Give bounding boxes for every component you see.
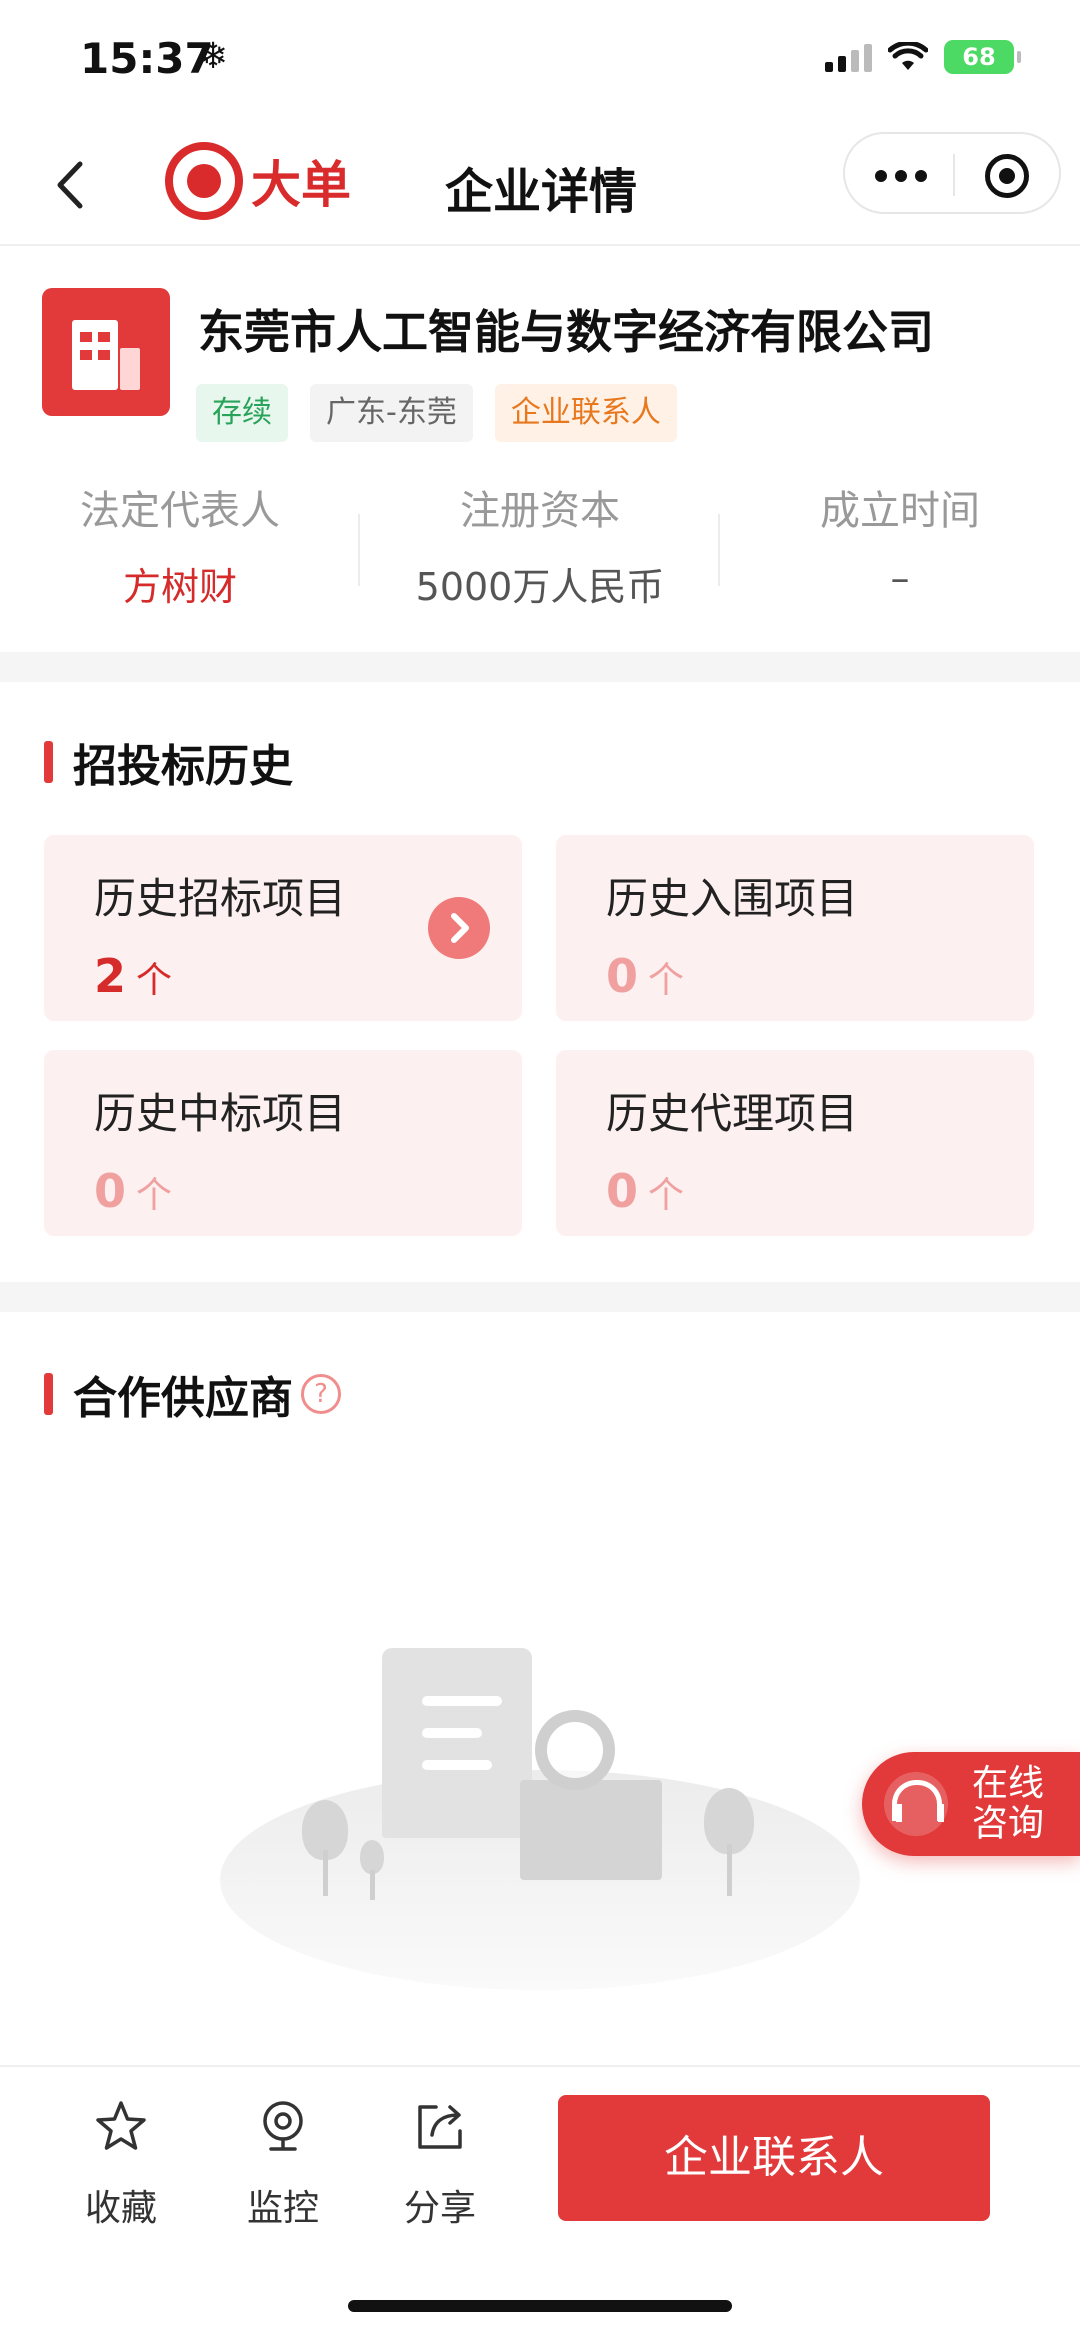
- card-history-won[interactable]: 历史中标项目 0 个: [44, 1050, 522, 1236]
- card-count: 2 个: [94, 949, 172, 1003]
- stat-value: –: [890, 556, 910, 600]
- company-tags: 存续 广东-东莞 企业联系人: [196, 384, 677, 442]
- nav-bar: 大单 企业详情: [0, 120, 1080, 246]
- card-number: 2: [94, 949, 127, 1003]
- region-badge: 广东-东莞: [310, 384, 473, 442]
- miniprogram-capsule: [843, 132, 1061, 214]
- suppliers-section-title: 合作供应商 ?: [44, 1362, 341, 1426]
- bottom-action-bar: 收藏 监控 分享 企业联系人: [0, 2065, 1080, 2337]
- section-title-text: 合作供应商: [73, 1373, 293, 1424]
- card-number: 0: [606, 949, 639, 1003]
- battery-indicator: 68: [944, 40, 1021, 74]
- status-time: 15:37: [80, 34, 214, 83]
- card-history-agency[interactable]: 历史代理项目 0 个: [556, 1050, 1034, 1236]
- empty-state-illustration: [220, 1630, 860, 2000]
- share-label: 分享: [403, 2188, 476, 2229]
- home-indicator[interactable]: [348, 2300, 732, 2312]
- brand-logo: 大单: [165, 142, 351, 220]
- page-title: 企业详情: [445, 164, 638, 220]
- section-divider: [0, 1282, 1080, 1312]
- company-stats: 法定代表人 方树财 注册资本 5000万人民币 成立时间 –: [0, 474, 1080, 609]
- card-count: 0 个: [94, 1164, 172, 1218]
- favorite-button[interactable]: 收藏: [66, 2097, 176, 2231]
- camera-icon: [263, 2101, 303, 2151]
- card-unit: 个: [136, 960, 173, 1001]
- star-icon: [96, 2101, 146, 2150]
- card-number: 0: [606, 1164, 639, 1218]
- back-icon[interactable]: [50, 160, 90, 210]
- stat-registered-capital: 注册资本 5000万人民币: [360, 474, 720, 609]
- logo-mark-icon: [165, 142, 243, 220]
- bidding-section-title: 招投标历史: [44, 730, 293, 794]
- stat-label: 注册资本: [460, 488, 620, 534]
- contact-badge[interactable]: 企业联系人: [494, 384, 677, 442]
- chevron-right-icon[interactable]: [428, 897, 490, 959]
- card-label: 历史代理项目: [606, 1089, 859, 1138]
- section-divider: [0, 652, 1080, 682]
- card-unit: 个: [136, 1175, 173, 1216]
- card-history-shortlist[interactable]: 历史入围项目 0 个: [556, 835, 1034, 1021]
- card-count: 0 个: [606, 1164, 684, 1218]
- monitor-label: 监控: [246, 2188, 319, 2229]
- favorite-label: 收藏: [84, 2188, 157, 2229]
- card-number: 0: [94, 1164, 127, 1218]
- wifi-icon: [888, 42, 928, 70]
- card-label: 历史中标项目: [94, 1089, 347, 1138]
- stat-value: 5000万人民币: [415, 565, 665, 609]
- share-button[interactable]: 分享: [385, 2097, 495, 2231]
- help-icon[interactable]: ?: [301, 1374, 341, 1414]
- company-header: 东莞市人工智能与数字经济有限公司 存续 广东-东莞 企业联系人 法定代表人 方树…: [0, 248, 1080, 652]
- card-count: 0 个: [606, 949, 684, 1003]
- stat-value[interactable]: 方树财: [0, 556, 360, 611]
- card-label: 历史入围项目: [606, 874, 859, 923]
- card-unit: 个: [648, 960, 685, 1001]
- consult-label: 在线 咨询: [972, 1763, 1045, 1844]
- more-icon[interactable]: [875, 160, 927, 182]
- company-contact-button[interactable]: 企业联系人: [558, 2095, 990, 2221]
- share-icon: [418, 2105, 462, 2149]
- target-icon[interactable]: [985, 154, 1029, 198]
- stat-label: 成立时间: [820, 488, 980, 534]
- company-name: 东莞市人工智能与数字经济有限公司: [198, 305, 934, 359]
- headset-icon: [884, 1772, 948, 1836]
- capsule-divider: [953, 154, 955, 196]
- monitor-button[interactable]: 监控: [228, 2097, 338, 2231]
- logo-text: 大单: [251, 156, 351, 214]
- card-label: 历史招标项目: [94, 874, 347, 923]
- stat-label: 法定代表人: [80, 488, 280, 534]
- online-consult-button[interactable]: 在线 咨询: [862, 1752, 1080, 1856]
- stat-legal-representative: 法定代表人 方树财: [0, 474, 360, 609]
- building-icon: [42, 288, 170, 416]
- stat-established-date: 成立时间 –: [720, 474, 1080, 604]
- status-badge: 存续: [196, 384, 288, 442]
- status-indicators: 68: [825, 40, 1021, 74]
- cellular-signal-icon: [825, 42, 872, 72]
- snowflake-icon: ❄: [198, 36, 229, 77]
- status-bar: 15:37 ❄ 68: [0, 0, 1080, 120]
- card-history-tender[interactable]: 历史招标项目 2 个: [44, 835, 522, 1021]
- section-title-text: 招投标历史: [73, 741, 293, 792]
- card-unit: 个: [648, 1175, 685, 1216]
